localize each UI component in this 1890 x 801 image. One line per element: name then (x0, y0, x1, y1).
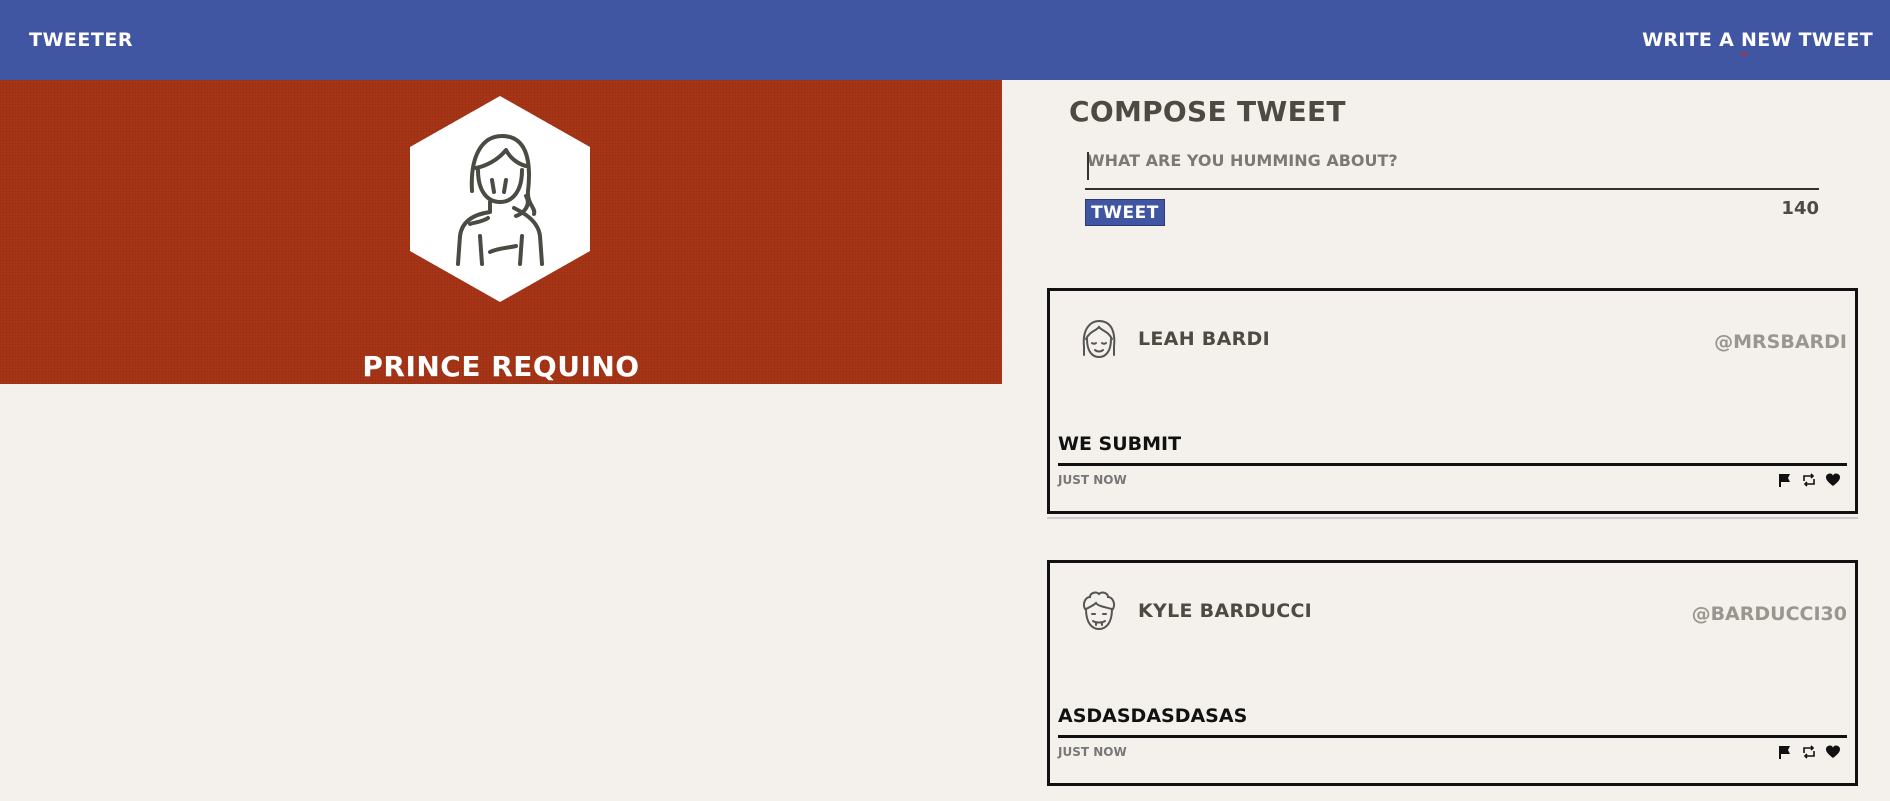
tweet-input[interactable] (1085, 148, 1819, 190)
tweet-handle[interactable]: @MRSBARDI (1714, 331, 1847, 353)
tweet-card: KYLE BARDUCCI @BARDUCCI30 ASDASDASDASAS … (1047, 560, 1858, 786)
tweet-button[interactable]: TWEET (1085, 199, 1165, 226)
tweet-author[interactable]: KYLE BARDUCCI (1138, 600, 1312, 622)
heart-icon[interactable] (1825, 744, 1841, 760)
tweet-timestamp: JUST NOW (1058, 745, 1127, 759)
compose-title: COMPOSE TWEET (1069, 95, 1346, 128)
character-counter: 140 (1781, 198, 1819, 219)
chevron-down-icon: ⌄ (1738, 44, 1751, 60)
write-new-tweet-label: WRITE A NEW TWEET (1642, 29, 1873, 51)
flag-icon[interactable] (1777, 472, 1793, 488)
top-nav-bar: TWEETER WRITE A NEW TWEET ⌄ (0, 0, 1890, 80)
brand-link[interactable]: TWEETER (29, 29, 133, 51)
tweet-actions (1777, 744, 1841, 760)
retweet-icon[interactable] (1801, 472, 1817, 488)
tweet-content: WE SUBMIT (1058, 433, 1182, 455)
tweet-card-shadow (1047, 517, 1858, 519)
tweet-divider (1058, 463, 1847, 466)
tweet-actions (1777, 472, 1841, 488)
curly-hair-face-icon (1078, 589, 1120, 635)
tweet-handle[interactable]: @BARDUCCI30 (1692, 603, 1847, 625)
woman-avatar-icon (410, 96, 590, 302)
tweet-timestamp: JUST NOW (1058, 473, 1127, 487)
tweet-divider (1058, 735, 1847, 738)
tweet-card: LEAH BARDI @MRSBARDI WE SUBMIT JUST NOW (1047, 288, 1858, 519)
profile-banner: PRINCE REQUINO (0, 80, 1002, 384)
flag-icon[interactable] (1777, 744, 1793, 760)
tweet-content: ASDASDASDASAS (1058, 705, 1248, 727)
text-cursor (1087, 152, 1089, 180)
write-new-tweet-link[interactable]: WRITE A NEW TWEET ⌄ (1642, 29, 1873, 59)
heart-icon[interactable] (1825, 472, 1841, 488)
girl-face-icon (1078, 317, 1120, 363)
tweet-author[interactable]: LEAH BARDI (1138, 328, 1270, 350)
profile-name: PRINCE REQUINO (362, 350, 640, 383)
retweet-icon[interactable] (1801, 744, 1817, 760)
